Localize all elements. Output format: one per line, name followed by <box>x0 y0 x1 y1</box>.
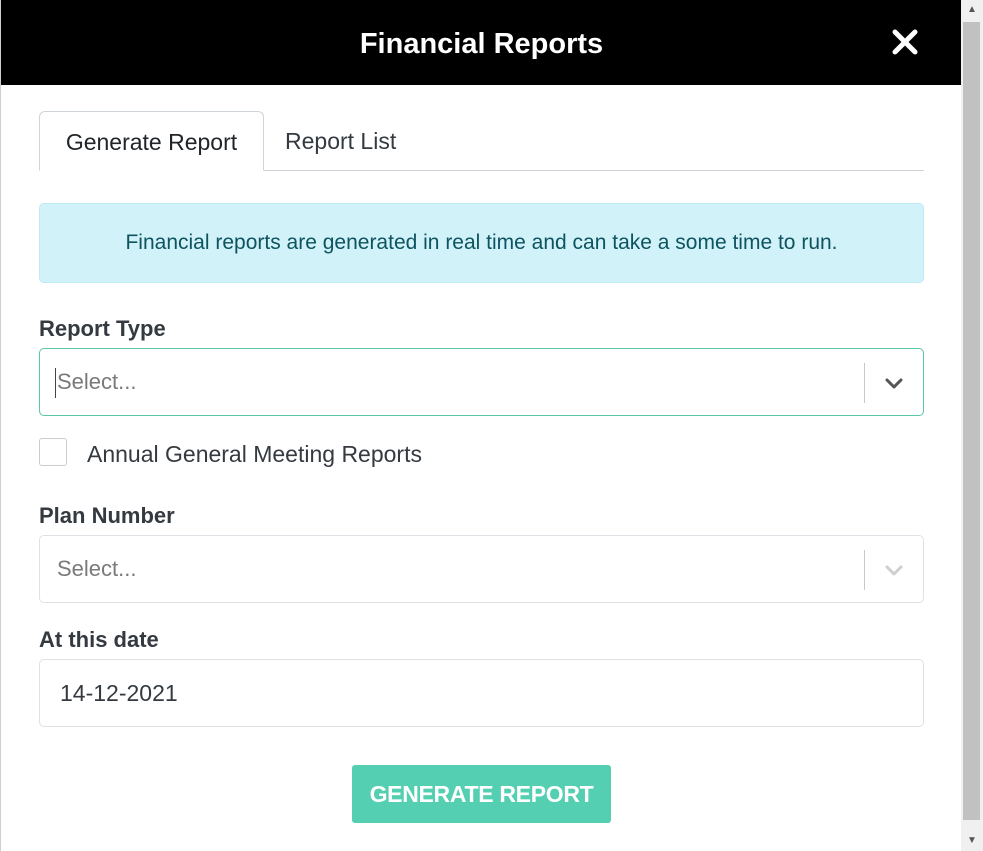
agm-checkbox-row: Annual General Meeting Reports <box>39 438 539 470</box>
plan-number-placeholder: Select... <box>57 556 137 581</box>
scrollbar[interactable]: ▲ ▼ <box>961 0 983 851</box>
scroll-down-arrow-icon[interactable]: ▼ <box>961 831 983 851</box>
close-icon[interactable] <box>887 24 923 60</box>
report-type-placeholder: Select... <box>57 369 137 394</box>
plan-number-label: Plan Number <box>39 503 175 528</box>
date-label: At this date <box>39 627 159 652</box>
agm-checkbox[interactable] <box>39 438 67 466</box>
financial-reports-modal: Financial Reports Generate Report Report… <box>0 0 962 851</box>
report-type-label: Report Type <box>39 316 166 341</box>
select-separator <box>864 550 865 590</box>
modal-header: Financial Reports <box>1 0 962 85</box>
scroll-up-arrow-icon[interactable]: ▲ <box>961 0 983 20</box>
tab-report-list[interactable]: Report List <box>285 111 396 171</box>
select-separator <box>864 363 865 403</box>
chevron-down-icon[interactable] <box>880 556 908 584</box>
agm-checkbox-label[interactable]: Annual General Meeting Reports <box>87 438 422 470</box>
scrollbar-thumb[interactable] <box>963 22 980 820</box>
text-cursor <box>55 368 56 398</box>
chevron-down-icon[interactable] <box>880 369 908 397</box>
plan-number-select[interactable]: Select... <box>39 535 924 603</box>
date-input[interactable]: 14-12-2021 <box>39 659 924 727</box>
modal-title: Financial Reports <box>359 28 604 60</box>
report-type-select[interactable]: Select... <box>39 348 924 416</box>
generate-report-button[interactable]: GENERATE REPORT <box>352 765 611 823</box>
tab-generate-report[interactable]: Generate Report <box>39 111 264 171</box>
info-alert: Financial reports are generated in real … <box>39 203 924 283</box>
tab-bar: Generate Report Report List <box>39 111 924 171</box>
